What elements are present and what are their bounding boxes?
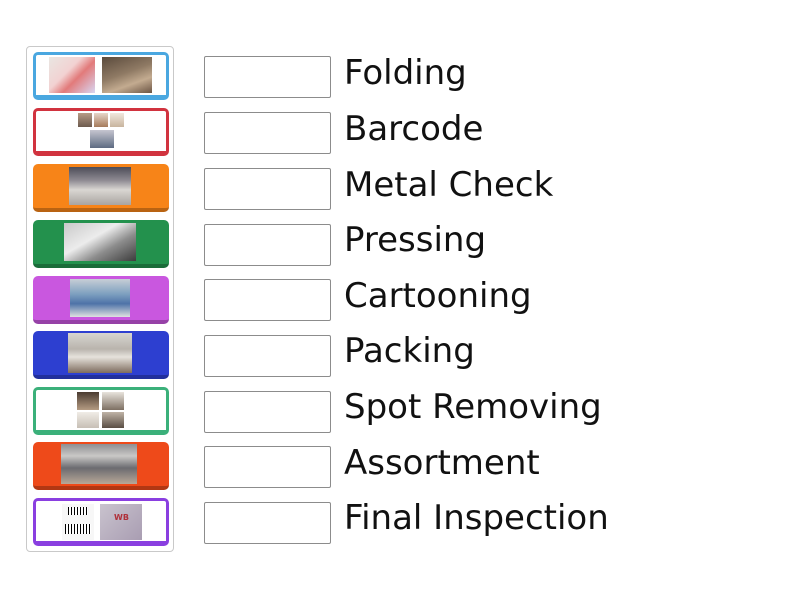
barcode-photo-4 xyxy=(90,130,114,148)
folding-photo-right xyxy=(102,57,152,93)
image-tile-4[interactable] xyxy=(33,220,169,268)
drop-slot-5[interactable] xyxy=(204,279,331,321)
barcode-photo-2 xyxy=(94,113,108,127)
image-tile-2[interactable] xyxy=(33,108,169,156)
spot-removing-photo-3 xyxy=(77,412,99,428)
label-cartooning: Cartooning xyxy=(344,276,532,316)
metal-check-photo xyxy=(69,167,131,205)
barcode-photo-1 xyxy=(78,113,92,127)
label-metal-check: Metal Check xyxy=(344,165,554,205)
spot-removing-photo-4 xyxy=(102,412,124,428)
drop-slot-7[interactable] xyxy=(204,391,331,433)
label-pressing: Pressing xyxy=(344,220,487,260)
image-tile-9[interactable]: WB xyxy=(33,498,169,546)
stamp-photo: WB xyxy=(100,504,142,540)
packing-photo xyxy=(68,333,132,373)
label-packing: Packing xyxy=(344,331,475,371)
label-barcode: Barcode xyxy=(344,109,484,149)
drop-slot-3[interactable] xyxy=(204,168,331,210)
label-spot-removing: Spot Removing xyxy=(344,387,602,427)
image-tile-7[interactable] xyxy=(33,387,169,435)
pressing-photo xyxy=(64,223,136,261)
spot-removing-photo-1 xyxy=(77,392,99,410)
cartooning-photo xyxy=(70,279,130,317)
drop-slot-1[interactable] xyxy=(204,56,331,98)
image-tile-5[interactable] xyxy=(33,276,169,324)
image-tile-8[interactable] xyxy=(33,442,169,490)
folding-photo-left xyxy=(49,57,95,93)
drop-slot-8[interactable] xyxy=(204,446,331,488)
label-folding: Folding xyxy=(344,53,467,93)
spot-removing-photo-2 xyxy=(102,392,124,410)
label-assortment: Assortment xyxy=(344,443,540,483)
barcode-photo-3 xyxy=(110,113,124,127)
label-final-inspection: Final Inspection xyxy=(344,498,609,538)
image-tile-6[interactable] xyxy=(33,331,169,379)
drop-slot-4[interactable] xyxy=(204,224,331,266)
image-tile-1[interactable] xyxy=(33,52,169,100)
barcode-label-photo xyxy=(62,504,94,540)
drop-slot-9[interactable] xyxy=(204,502,331,544)
assortment-photo xyxy=(61,444,137,484)
drop-slot-2[interactable] xyxy=(204,112,331,154)
barcode-lines-top xyxy=(68,507,88,515)
stamp-text: WB xyxy=(114,513,129,522)
drop-slot-6[interactable] xyxy=(204,335,331,377)
barcode-lines-bottom xyxy=(65,524,91,534)
image-tile-3[interactable] xyxy=(33,164,169,212)
